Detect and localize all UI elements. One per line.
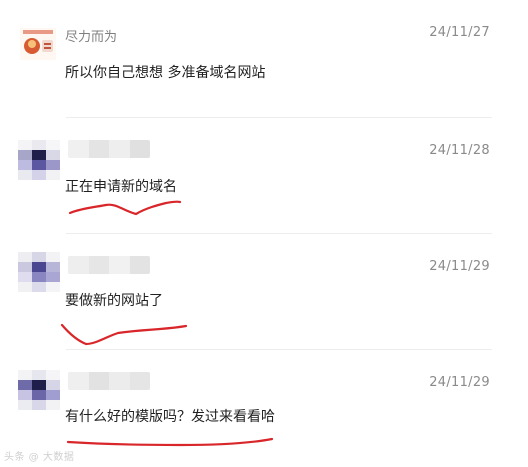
red-underline-annotation [60, 323, 188, 346]
watermark: 头条 @ 大数据 [4, 452, 75, 463]
comment-list: 尽力而为 24/11/27 所以你自己想想 多准备域名网站 24/11/28 正… [0, 0, 528, 467]
red-underline-annotation [66, 437, 274, 447]
red-underline-annotation [68, 200, 182, 216]
annotation-layer [60, 200, 274, 447]
